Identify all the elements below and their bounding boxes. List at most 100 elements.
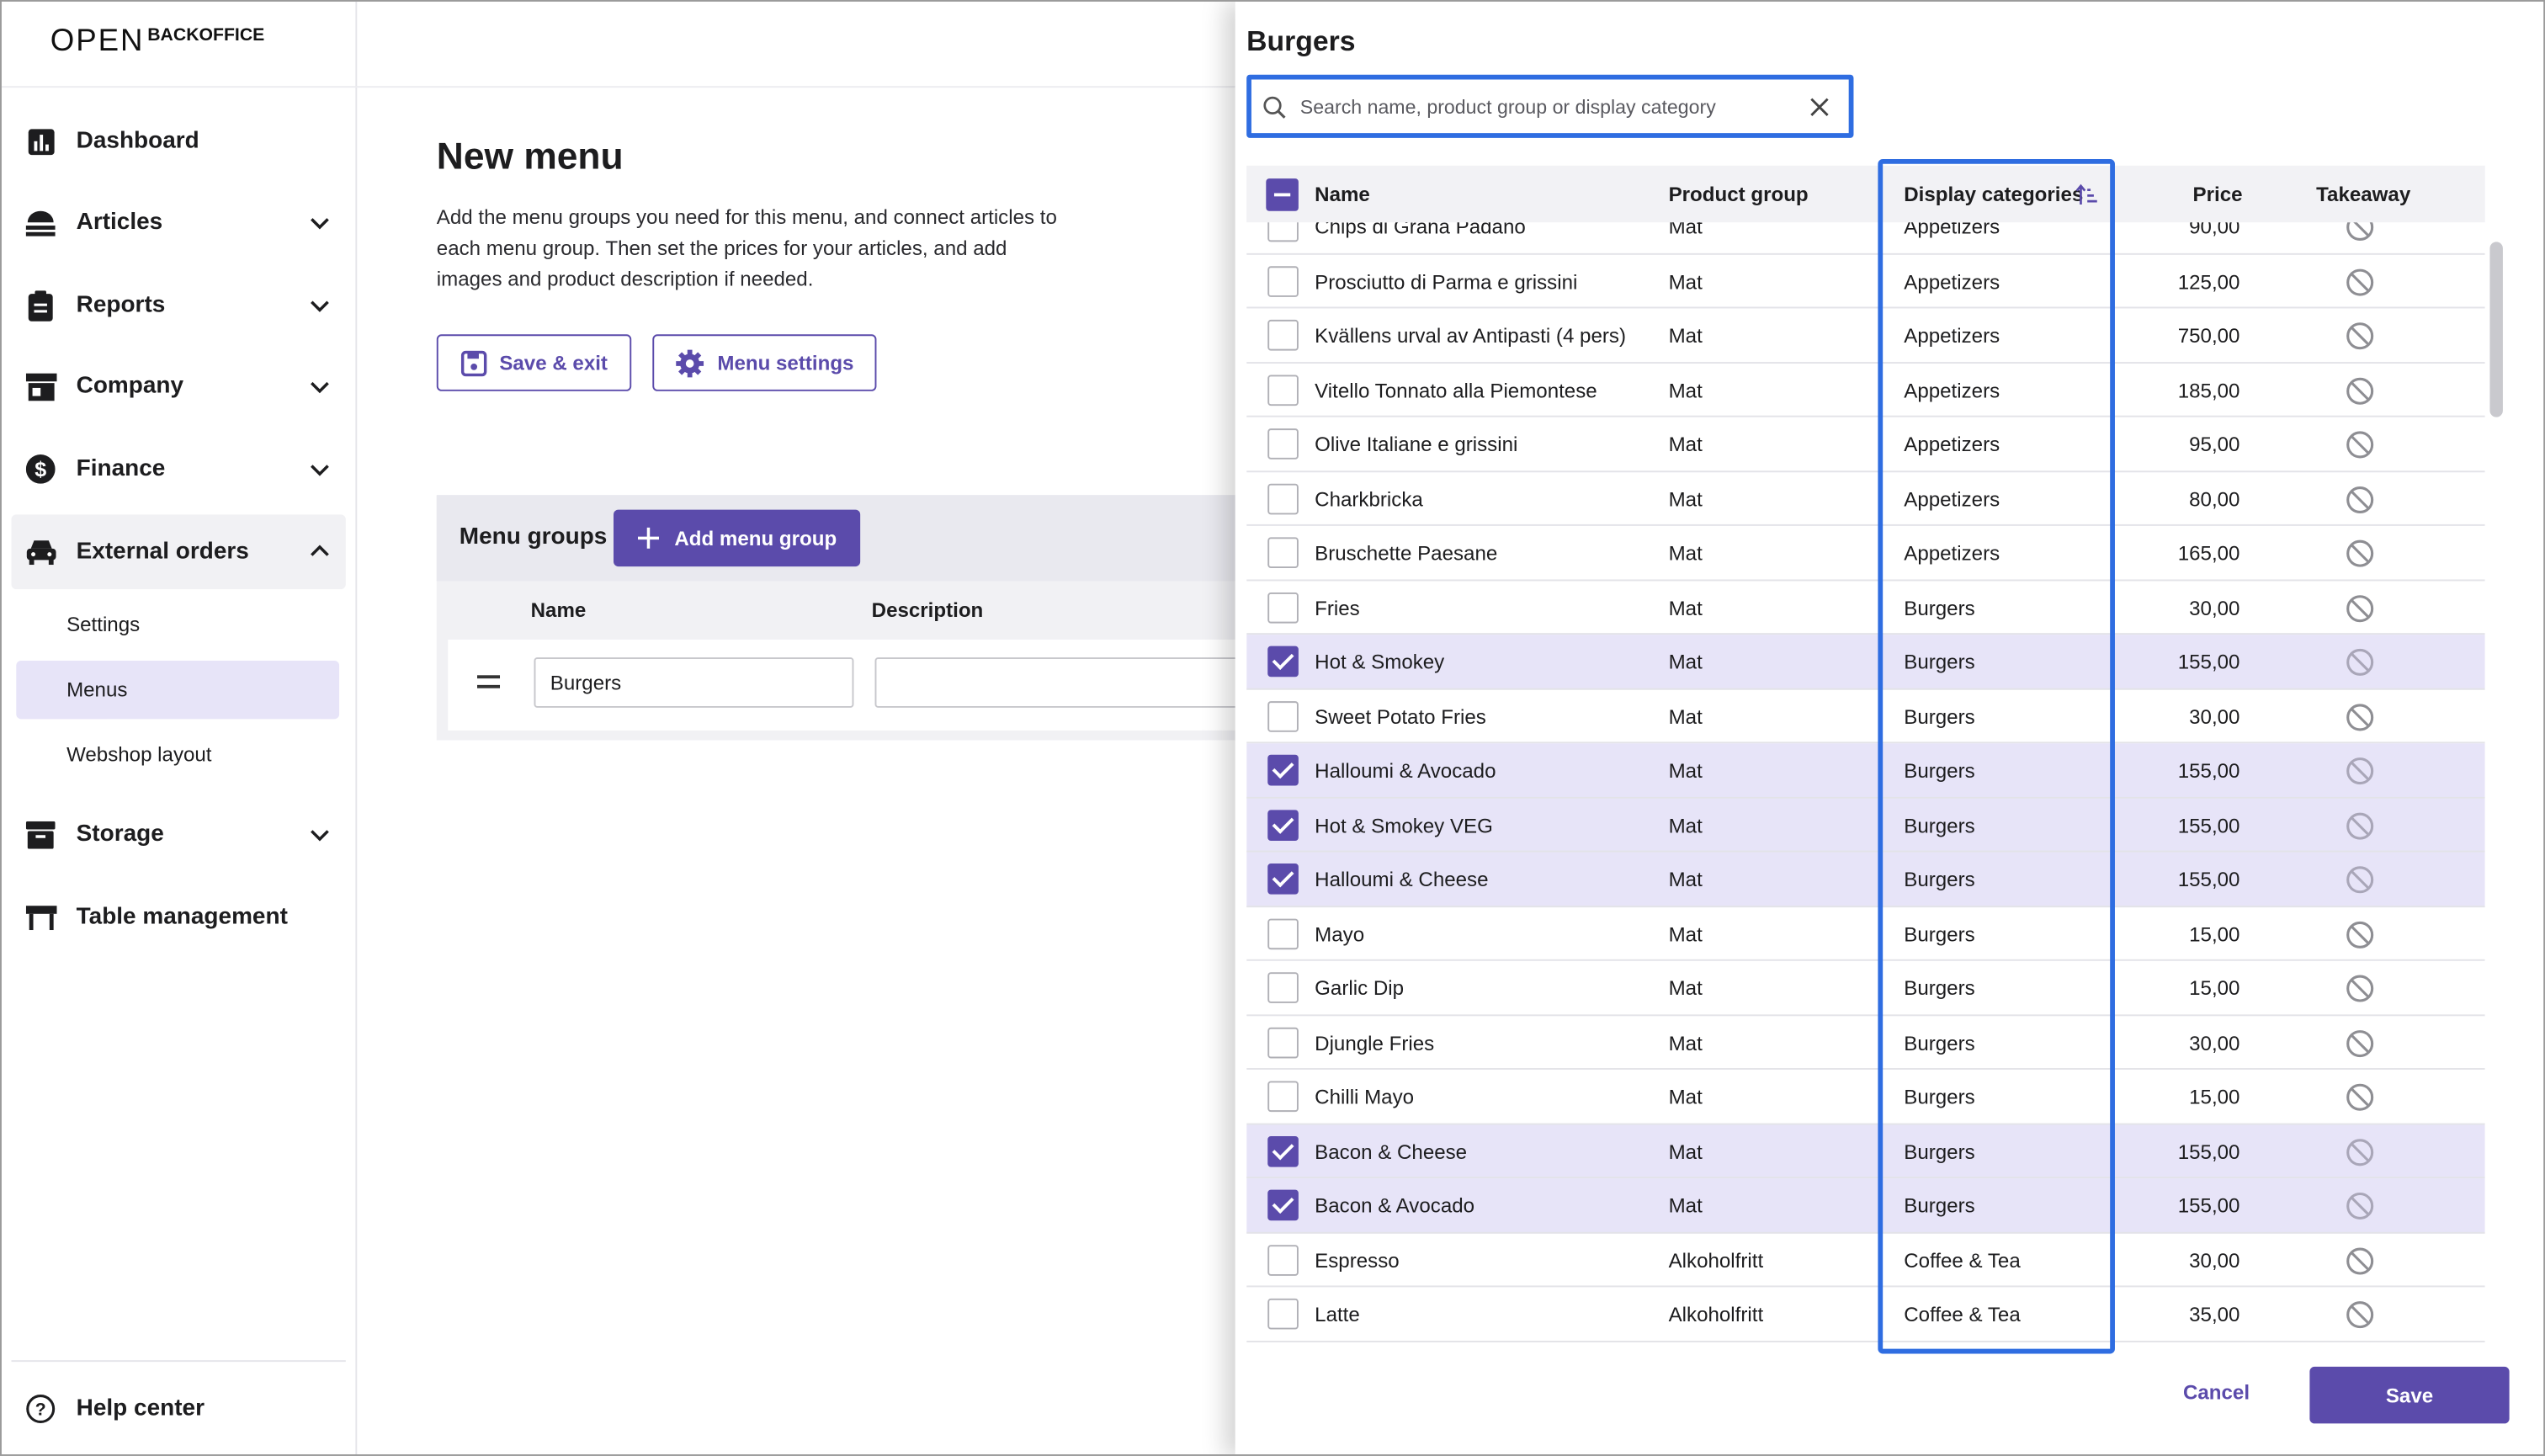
sidebar-item-reports[interactable]: Reports — [12, 268, 346, 343]
row-checkbox[interactable] — [1267, 374, 1299, 406]
table-row[interactable]: Vitello Tonnato alla Piemontese Mat Appeti… — [1246, 363, 2485, 417]
takeaway-disabled-icon[interactable] — [2346, 865, 2375, 895]
sidebar-item-table-management[interactable]: Table management — [12, 879, 346, 954]
takeaway-disabled-icon[interactable] — [2346, 1028, 2375, 1058]
row-checkbox[interactable] — [1267, 1081, 1299, 1113]
select-all-checkbox[interactable] — [1266, 178, 1299, 211]
row-name: Chips di Grana Padano — [1315, 222, 1526, 239]
close-icon[interactable] — [1809, 97, 1829, 116]
row-checkbox[interactable] — [1267, 265, 1299, 296]
sidebar-item-external-orders[interactable]: External orders — [11, 514, 346, 590]
save-exit-button[interactable]: Save & exit — [436, 334, 632, 391]
table-row[interactable]: Latte Alkoholfritt Coffee & Tea 35,00 — [1246, 1287, 2485, 1342]
row-checkbox[interactable] — [1267, 1244, 1299, 1275]
row-checkbox[interactable] — [1267, 319, 1299, 351]
takeaway-disabled-icon[interactable] — [2346, 267, 2375, 296]
table-row[interactable]: Espresso Alkoholfritt Coffee & Tea 30,00 — [1246, 1233, 2485, 1288]
row-checkbox[interactable] — [1267, 1189, 1299, 1221]
row-price: 80,00 — [2189, 487, 2240, 511]
row-price: 155,00 — [2177, 759, 2240, 783]
takeaway-disabled-icon[interactable] — [2346, 648, 2375, 678]
table-row[interactable]: Halloumi & Avocado Mat Burgers 155,00 — [1246, 743, 2485, 798]
table-row[interactable]: Kvällens urval av Antipasti (4 pers) Mat A… — [1246, 308, 2485, 364]
row-checkbox[interactable] — [1267, 700, 1299, 731]
table-row[interactable]: Sweet Potato Fries Mat Burgers 30,00 — [1246, 689, 2485, 744]
search-input[interactable] — [1299, 94, 1810, 118]
table-row[interactable]: Bacon & Avocado Mat Burgers 155,00 — [1246, 1178, 2485, 1233]
row-price: 30,00 — [2189, 1249, 2240, 1273]
row-checkbox[interactable] — [1267, 482, 1299, 514]
row-checkbox[interactable] — [1267, 864, 1299, 895]
table-row[interactable]: Bacon & Cheese Mat Burgers 155,00 — [1246, 1124, 2485, 1179]
sidebar-item-storage[interactable]: Storage — [12, 797, 346, 872]
sort-ascending-icon[interactable] — [2075, 183, 2099, 206]
row-checkbox[interactable] — [1267, 754, 1299, 786]
column-header-price[interactable]: Price — [2193, 183, 2243, 206]
table-row[interactable]: Garlic Dip Mat Burgers 15,00 — [1246, 961, 2485, 1016]
scrollbar-thumb[interactable] — [2489, 242, 2503, 417]
takeaway-disabled-icon[interactable] — [2346, 702, 2375, 731]
takeaway-disabled-icon[interactable] — [2346, 593, 2375, 623]
takeaway-disabled-icon[interactable] — [2346, 222, 2375, 242]
row-checkbox[interactable] — [1267, 809, 1299, 841]
sidebar-subitem-menus[interactable]: Menus — [16, 660, 340, 720]
add-menu-group-button[interactable]: Add menu group — [614, 509, 861, 567]
takeaway-disabled-icon[interactable] — [2346, 485, 2375, 514]
table-row[interactable]: Djungle Fries Mat Burgers 30,00 — [1246, 1015, 2485, 1070]
table-row[interactable]: Olive Italiane e grissini Mat Appetizers 95… — [1246, 417, 2485, 472]
help-center-link[interactable]: ? Help center — [12, 1372, 346, 1447]
takeaway-disabled-icon[interactable] — [2346, 920, 2375, 949]
sidebar-subitem-settings[interactable]: Settings — [16, 596, 339, 654]
row-checkbox[interactable] — [1267, 1135, 1299, 1166]
app-logo[interactable]: OPEN BACKOFFICE — [50, 24, 265, 60]
table-row[interactable]: Hot & Smokey Mat Burgers 155,00 — [1246, 635, 2485, 689]
column-header-display-categories[interactable]: Display categories — [1904, 183, 2083, 206]
table-row[interactable]: Chips di Grana Padano Mat Appetizers 90,00 — [1246, 222, 2485, 254]
menu-group-name-input[interactable] — [534, 657, 854, 708]
row-checkbox[interactable] — [1267, 1298, 1299, 1330]
row-checkbox[interactable] — [1267, 591, 1299, 623]
drag-handle-icon[interactable] — [477, 675, 501, 691]
table-row[interactable]: Chilli Mayo Mat Burgers 15,00 — [1246, 1070, 2485, 1124]
row-checkbox[interactable] — [1267, 917, 1299, 949]
table-row[interactable]: Prosciutto di Parma e grissini Mat Appetiz… — [1246, 254, 2485, 309]
column-header-product-group[interactable]: Product group — [1669, 183, 1809, 206]
column-header-takeaway[interactable]: Takeaway — [2316, 183, 2410, 206]
takeaway-disabled-icon[interactable] — [2346, 539, 2375, 568]
row-checkbox[interactable] — [1267, 1026, 1299, 1058]
menu-group-description-input[interactable] — [874, 657, 1265, 708]
row-checkbox[interactable] — [1267, 537, 1299, 569]
row-checkbox[interactable] — [1267, 972, 1299, 1003]
takeaway-disabled-icon[interactable] — [2346, 321, 2375, 351]
table-row[interactable]: Charkbricka Mat Appetizers 80,00 — [1246, 471, 2485, 526]
takeaway-disabled-icon[interactable] — [2346, 1300, 2375, 1330]
search-box[interactable] — [1246, 74, 1854, 138]
table-row[interactable]: Hot & Smokey VEG Mat Burgers 155,00 — [1246, 797, 2485, 853]
sidebar-subitem-webshop-layout[interactable]: Webshop layout — [16, 725, 339, 784]
table-row[interactable]: Mayo Mat Burgers 15,00 — [1246, 906, 2485, 961]
takeaway-disabled-icon[interactable] — [2346, 430, 2375, 460]
row-checkbox[interactable] — [1267, 646, 1299, 678]
table-row[interactable]: Fries Mat Burgers 30,00 — [1246, 580, 2485, 635]
cancel-button[interactable]: Cancel — [2183, 1381, 2250, 1404]
table-row[interactable]: Halloumi & Cheese Mat Burgers 155,00 — [1246, 852, 2485, 907]
column-header-name[interactable]: Name — [1315, 183, 1370, 206]
takeaway-disabled-icon[interactable] — [2346, 1082, 2375, 1112]
takeaway-disabled-icon[interactable] — [2346, 1137, 2375, 1166]
sidebar-item-company[interactable]: Company — [12, 349, 346, 424]
sidebar-item-articles[interactable]: Articles — [12, 185, 346, 260]
takeaway-disabled-icon[interactable] — [2346, 810, 2375, 840]
sidebar-item-finance[interactable]: $ Finance — [12, 432, 346, 507]
sidebar-item-dashboard[interactable]: Dashboard — [12, 104, 346, 178]
save-button[interactable]: Save — [2309, 1366, 2510, 1424]
takeaway-disabled-icon[interactable] — [2346, 1192, 2375, 1221]
takeaway-disabled-icon[interactable] — [2346, 375, 2375, 405]
table-row[interactable]: Bruschette Paesane Mat Appetizers 165,00 — [1246, 526, 2485, 581]
minus-icon — [1273, 193, 1291, 197]
takeaway-disabled-icon[interactable] — [2346, 1246, 2375, 1275]
menu-settings-button[interactable]: Menu settings — [652, 334, 877, 391]
takeaway-disabled-icon[interactable] — [2346, 974, 2375, 1003]
row-checkbox[interactable] — [1267, 222, 1299, 242]
takeaway-disabled-icon[interactable] — [2346, 757, 2375, 786]
row-checkbox[interactable] — [1267, 428, 1299, 460]
